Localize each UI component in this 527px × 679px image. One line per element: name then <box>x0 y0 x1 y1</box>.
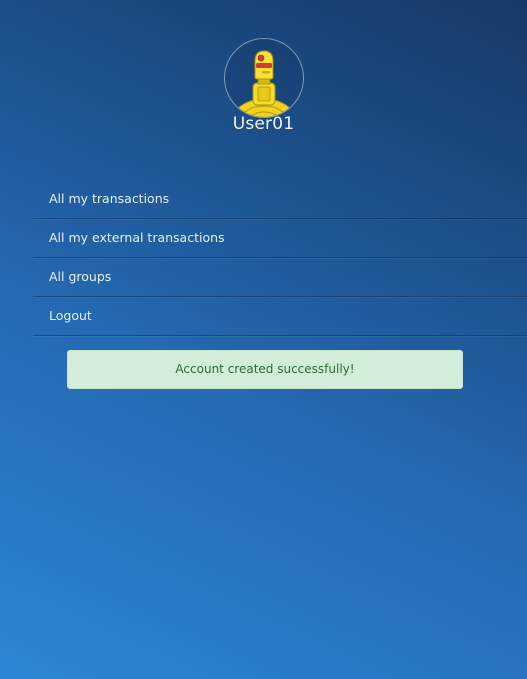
menu-item-all-groups[interactable]: All groups <box>33 258 527 297</box>
menu-item-logout[interactable]: Logout <box>33 297 527 336</box>
robot-avatar-icon <box>230 50 297 117</box>
success-alert: Account created successfully! <box>67 350 463 389</box>
username: User01 <box>232 114 295 134</box>
main-menu: All my transactions All my external tran… <box>33 180 527 336</box>
menu-item-all-transactions[interactable]: All my transactions <box>33 180 527 219</box>
menu-item-all-external-transactions[interactable]: All my external transactions <box>33 219 527 258</box>
user-profile: User01 <box>0 38 527 138</box>
avatar[interactable] <box>223 38 304 118</box>
